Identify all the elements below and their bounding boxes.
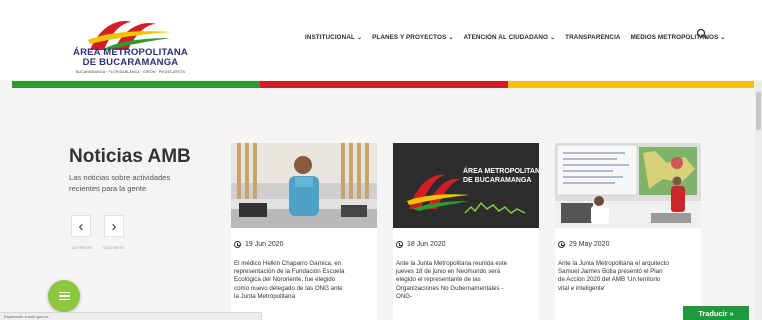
logo-subtitle: BUCARAMANGA · FLORIDABLANCA · GIRÓN · PI…	[75, 70, 186, 74]
chevron-down-icon: ⌄	[720, 35, 726, 41]
browser-status-bar: Esperando a amb.gov.co...	[0, 312, 262, 320]
image-logo-text: DE BUCARAMANGA	[463, 177, 531, 184]
previous-button[interactable]: ‹	[71, 215, 91, 237]
status-text: Esperando a amb.gov.co...	[4, 314, 52, 319]
news-card[interactable]: ÁREA METROPOLITANA DE BUCARAMANGA 18 Jun…	[393, 143, 539, 320]
nav-label: PLANES Y PROYECTOS	[372, 34, 447, 41]
menu-icon	[58, 291, 70, 301]
nav-item-atencion-ciudadano[interactable]: ATENCIÓN AL CIUDADANO ⌄	[463, 34, 555, 41]
menu-button[interactable]	[48, 280, 80, 312]
chevron-down-icon: ⌄	[356, 35, 363, 41]
section-description: Las noticias sobre actividades recientes…	[69, 173, 171, 193]
news-card[interactable]: 19 Jun 2020 El médico Helkin Chaparro Ga…	[231, 143, 377, 320]
next-label: SIGUIENTE	[103, 246, 125, 250]
color-stripe-yellow	[508, 81, 754, 88]
site-header: ÁREA METROPOLITANA DE BUCARAMANGA BUCARA…	[0, 0, 762, 80]
nav-label: TRANSPARENCIA	[565, 34, 621, 41]
date-text: 29 May 2020	[569, 241, 610, 248]
news-date: 19 Jun 2020	[234, 241, 284, 248]
nav-label: ATENCIÓN AL CIUDADANO	[463, 34, 549, 41]
chevron-right-icon: ›	[111, 217, 117, 235]
color-stripe-red	[260, 81, 508, 88]
news-image[interactable]: ÁREA METROPOLITANA DE BUCARAMANGA	[393, 143, 539, 228]
previous-label: ANTERIOR	[72, 246, 93, 250]
clock-icon	[234, 241, 241, 248]
translate-button[interactable]: Traducir »	[683, 306, 749, 320]
clock-icon	[558, 241, 565, 248]
logo-title: ÁREA METROPOLITANA DE BUCARAMANGA	[73, 47, 188, 68]
news-card[interactable]: 29 May 2020 Ante la Junta Metropolitana …	[555, 143, 701, 320]
chevron-down-icon: ⌄	[448, 35, 454, 41]
page: ÁREA METROPOLITANA DE BUCARAMANGA BUCARA…	[0, 0, 762, 320]
section-title: Noticias AMB	[69, 146, 191, 167]
next-button[interactable]: ›	[104, 215, 124, 237]
image-logo-text: ÁREA METROPOLITANA	[463, 166, 539, 175]
nav-item-medios-metropolitanos[interactable]: MEDIOS METROPOLITANOS ⌄	[631, 34, 726, 41]
clock-icon	[396, 241, 403, 248]
date-text: 18 Jun 2020	[407, 241, 446, 248]
date-text: 19 Jun 2020	[245, 241, 284, 248]
nav-label: INSTITUCIONAL	[305, 34, 355, 41]
amb-logo[interactable]: ÁREA METROPOLITANA DE BUCARAMANGA BUCARA…	[68, 16, 193, 78]
scrollbar-thumb[interactable]	[756, 92, 761, 130]
color-stripe-green	[12, 81, 260, 88]
news-image[interactable]	[231, 143, 377, 228]
news-date: 18 Jun 2020	[396, 241, 446, 248]
news-summary[interactable]: Ante la Junta Metropolitana reunida este…	[396, 260, 508, 301]
search-icon[interactable]	[696, 27, 708, 39]
news-date: 29 May 2020	[558, 241, 609, 248]
chevron-left-icon: ‹	[78, 217, 84, 235]
news-summary[interactable]: El médico Helkin Chaparro Garnica, en re…	[234, 260, 346, 301]
nav-item-planes-proyectos[interactable]: PLANES Y PROYECTOS ⌄	[372, 34, 453, 41]
main-nav: INSTITUCIONAL ⌄ PLANES Y PROYECTOS ⌄ ATENC…	[305, 34, 735, 41]
news-summary[interactable]: Ante la Junta Metropolitana el arquitect…	[558, 260, 670, 293]
nav-item-transparencia[interactable]: TRANSPARENCIA	[565, 34, 620, 41]
chevron-down-icon: ⌄	[550, 35, 556, 41]
news-image[interactable]	[555, 143, 701, 228]
nav-item-institucional[interactable]: INSTITUCIONAL ⌄	[305, 34, 362, 41]
